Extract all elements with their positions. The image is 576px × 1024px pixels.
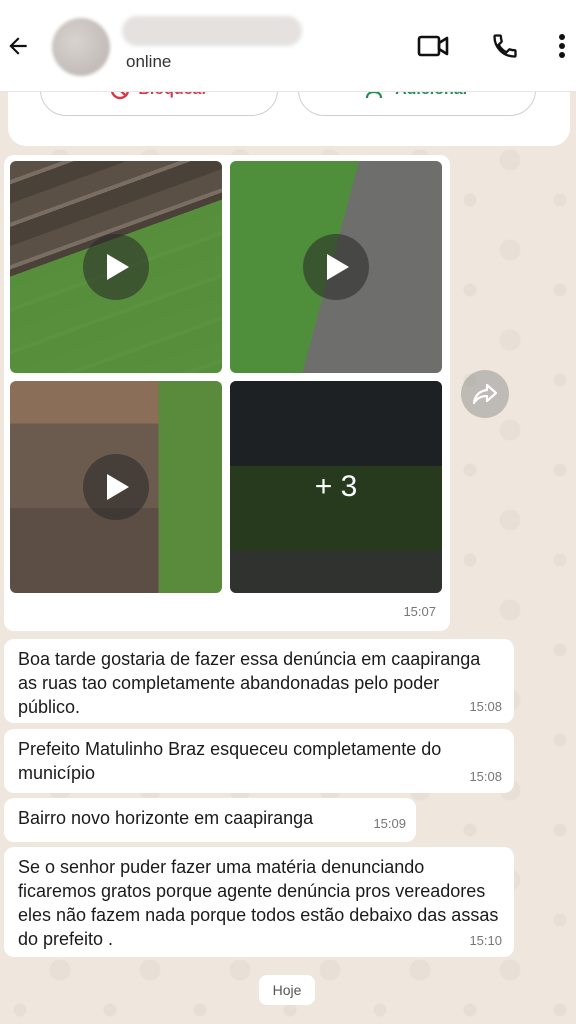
chat-header: online: [0, 0, 576, 92]
play-button[interactable]: [303, 234, 369, 300]
incoming-message[interactable]: Boa tarde gostaria de fazer essa denúnci…: [4, 639, 514, 723]
play-icon: [107, 474, 129, 500]
incoming-message[interactable]: Se o senhor puder fazer uma matéria denu…: [4, 847, 514, 957]
message-time: 15:09: [373, 816, 406, 831]
message-text: Bairro novo horizonte em caapiranga: [18, 808, 314, 828]
more-media-thumbnail[interactable]: + 3: [230, 381, 442, 593]
more-media-count: + 3: [314, 470, 358, 503]
arrow-left-icon: [9, 37, 27, 55]
vertical-dots-icon: [559, 34, 565, 58]
message-text: Boa tarde gostaria de fazer essa denúnci…: [18, 649, 481, 717]
video-camera-icon: [417, 35, 449, 57]
message-time: 15:07: [403, 604, 436, 619]
video-call-button[interactable]: [416, 30, 450, 62]
video-thumbnail[interactable]: [230, 161, 442, 373]
contact-avatar[interactable]: [52, 18, 110, 76]
date-divider: Hoje: [259, 975, 315, 1005]
media-album-message: + 3 15:07: [4, 155, 450, 631]
message-time: 15:10: [469, 933, 502, 948]
forward-button[interactable]: [461, 370, 509, 418]
message-text: Se o senhor puder fazer uma matéria denu…: [18, 857, 499, 949]
message-time: 15:08: [469, 699, 502, 714]
play-button[interactable]: [83, 234, 149, 300]
play-icon: [107, 254, 129, 280]
play-icon: [327, 254, 349, 280]
contact-status: online: [126, 52, 172, 71]
phone-icon: [493, 34, 517, 58]
video-thumbnail[interactable]: [10, 381, 222, 593]
play-button[interactable]: [83, 454, 149, 520]
forward-arrow-icon: [472, 383, 498, 405]
voice-call-button[interactable]: [488, 30, 522, 62]
back-button[interactable]: [4, 28, 32, 64]
contact-name-redacted[interactable]: [122, 16, 302, 46]
message-text: Prefeito Matulinho Braz esqueceu complet…: [18, 739, 442, 783]
more-options-button[interactable]: [552, 30, 572, 62]
incoming-message[interactable]: Bairro novo horizonte em caapiranga 15:0…: [4, 798, 416, 842]
video-thumbnail[interactable]: [10, 161, 222, 373]
incoming-message[interactable]: Prefeito Matulinho Braz esqueceu complet…: [4, 729, 514, 793]
message-time: 15:08: [469, 769, 502, 784]
